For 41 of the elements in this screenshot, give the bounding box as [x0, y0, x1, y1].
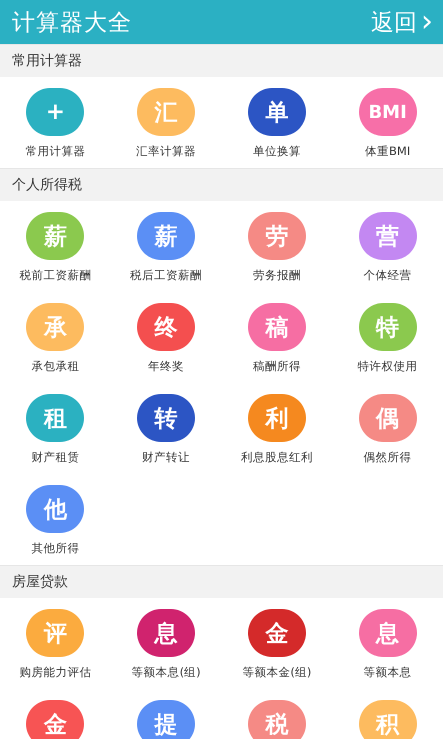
- calculator-label[interactable]: 汇率计算器: [136, 144, 196, 159]
- section-title: 常用计算器: [12, 52, 82, 70]
- calculator-icon[interactable]: 息: [358, 609, 417, 657]
- calculator-label[interactable]: 其他所得: [31, 541, 80, 556]
- calculator-label[interactable]: 稿酬所得: [252, 359, 301, 374]
- calculator-label[interactable]: 财产租赁: [31, 450, 80, 465]
- calculator-icon[interactable]: 息: [137, 609, 196, 657]
- section-title: 个人所得税: [12, 176, 82, 194]
- calculator-label[interactable]: 等额本息(组): [132, 665, 201, 680]
- calculator-icon[interactable]: 薪: [137, 212, 196, 260]
- calculator-icon[interactable]: 金: [248, 609, 306, 657]
- back-button[interactable]: 返回›: [371, 6, 433, 38]
- calculator-label[interactable]: 利息股息红利: [240, 450, 313, 465]
- calculator-label[interactable]: 税后工资薪酬: [130, 268, 202, 283]
- calculator-icon[interactable]: +: [26, 88, 84, 136]
- calculator-icon[interactable]: 营: [358, 212, 417, 260]
- calculator-label[interactable]: 偶然所得: [364, 450, 412, 465]
- calculator-label[interactable]: 体重BMI: [365, 144, 410, 159]
- calculator-icon[interactable]: 金: [26, 700, 84, 739]
- app-title: 计算器大全: [12, 8, 132, 38]
- calculator-label[interactable]: 劳务报酬: [252, 268, 301, 283]
- calculator-icon[interactable]: 稿: [248, 303, 306, 351]
- calculator-icon[interactable]: 转: [137, 394, 196, 442]
- calculator-label[interactable]: 常用计算器: [25, 144, 86, 159]
- calculator-icon[interactable]: BMI: [358, 88, 417, 136]
- calculator-label[interactable]: 个体经营: [364, 268, 412, 283]
- calculator-icon[interactable]: 单: [248, 88, 306, 136]
- calculator-label[interactable]: 等额本金(组): [242, 665, 312, 680]
- calculator-label[interactable]: 年终奖: [148, 359, 184, 374]
- calculator-label[interactable]: 购房能力评估: [19, 665, 92, 680]
- section-title: 房屋贷款: [12, 573, 68, 591]
- calculator-label[interactable]: 单位换算: [252, 144, 301, 159]
- calculator-label[interactable]: 特许权使用: [358, 359, 418, 374]
- calculator-label[interactable]: 承包承租: [31, 359, 80, 374]
- calculator-icon[interactable]: 他: [26, 485, 84, 533]
- calculator-label[interactable]: 财产转让: [142, 450, 190, 465]
- calculator-label[interactable]: 税前工资薪酬: [19, 268, 92, 283]
- calculator-icon[interactable]: 租: [26, 394, 84, 442]
- calculator-icon[interactable]: 终: [137, 303, 196, 351]
- calculator-label[interactable]: 等额本息: [364, 665, 412, 680]
- calculator-icon[interactable]: 提: [137, 700, 196, 739]
